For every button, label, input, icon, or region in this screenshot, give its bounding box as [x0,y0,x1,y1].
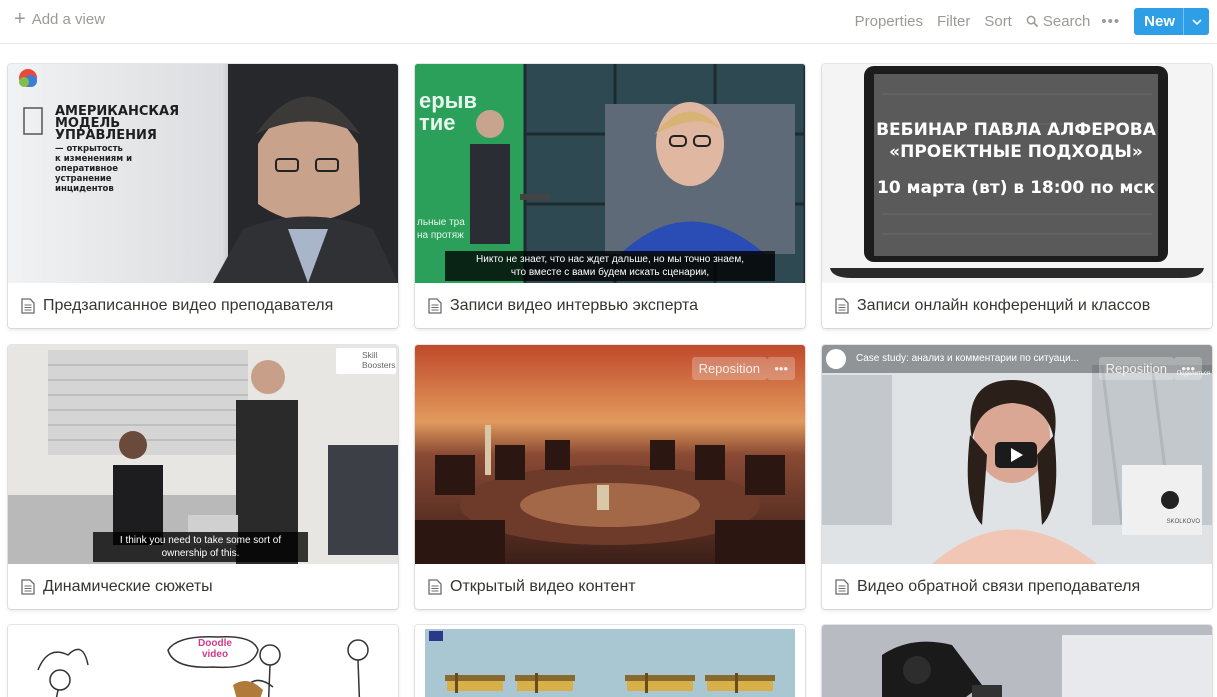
video-subtitle: I think you need to take some sort of ow… [93,532,308,562]
gallery-card[interactable]: ерыв тие льные тра на протяж Никто не зн… [415,64,805,328]
new-button[interactable]: New [1134,8,1183,35]
search-button[interactable]: Search [1021,10,1096,33]
doodle-video-cover [8,625,398,697]
reposition-button[interactable]: Reposition [1098,357,1174,380]
cover-heading: АМЕРИКАНСКАЯ МОДЕЛЬ УПРАВЛЕНИЯ [55,105,179,143]
gallery-card[interactable]: ВЕБИНАР ПАВЛА АЛФЕРОВА «ПРОЕКТНЫЕ ПОДХОД… [822,64,1212,328]
webinar-line: «ПРОЕКТНЫЕ ПОДХОДЫ» [889,142,1143,162]
card-title-text: Видео обратной связи преподавателя [857,577,1141,595]
video-title: Case study: анализ и комментарии по ситу… [856,353,1079,364]
doodle-text: Doodle video [180,638,250,660]
properties-button[interactable]: Properties [850,10,928,33]
gallery-card[interactable] [415,625,805,697]
card-cover-image [822,625,1212,697]
add-view-button[interactable]: + Add a view [14,8,106,30]
card-cover-image: Case study: анализ и комментарии по ситу… [822,345,1212,564]
gallery-card[interactable] [822,625,1212,697]
card-cover-image: Skill Boosters I think you need to take … [8,345,398,564]
more-options-button[interactable]: ••• [1095,10,1126,33]
subtitle-line: что вместе с вами будем искать сценарии, [510,267,710,278]
filter-button[interactable]: Filter [932,10,975,33]
card-title: Динамические сюжеты [8,564,398,609]
badge-line: Skill [362,350,378,360]
page-icon [428,578,442,595]
wall-text-line: тие [419,110,456,135]
new-button-group: New [1134,8,1209,35]
cover-subheading-line: к изменениям и [55,154,133,164]
webinar-heading: ВЕБИНАР ПАВЛА АЛФЕРОВА «ПРОЕКТНЫЕ ПОДХОД… [874,119,1158,199]
cover-subheading-line: устранение [55,174,112,184]
page-icon [21,578,35,595]
skill-boosters-badge: Skill Boosters [336,348,396,374]
cover-subheading-line: — открытость [55,144,123,154]
card-cover-image [415,625,805,697]
wall-text-small: льные тра на протяж [417,216,465,242]
gallery-card[interactable]: Skill Boosters I think you need to take … [8,345,398,609]
camera-cover [822,625,1212,697]
card-title-text: Предзаписанное видео преподавателя [43,296,334,314]
card-title: Предзаписанное видео преподавателя [8,283,398,328]
doodle-line: video [201,649,229,660]
webinar-date: 10 марта (вт) в 18:00 по мск [877,178,1155,198]
card-title: Записи видео интервью эксперта [415,283,805,328]
video-subtitle: Никто не знает, что нас ждет дальше, но … [445,251,775,281]
cover-subheading: — открытость к изменениям и оперативное … [55,144,132,194]
search-label: Search [1042,13,1091,30]
database-toolbar: + Add a view Properties Filter Sort Sear… [0,0,1217,44]
webinar-line: ВЕБИНАР ПАВЛА АЛФЕРОВА [876,120,1156,140]
card-cover-image: ВЕБИНАР ПАВЛА АЛФЕРОВА «ПРОЕКТНЫЕ ПОДХОД… [822,64,1212,283]
gallery-card[interactable]: Reposition ••• Открытый видео контент [415,345,805,609]
badge-line: Boosters [362,360,396,370]
cover-subheading-line: оперативное [55,164,119,174]
animation-cover [415,625,805,697]
chevron-down-icon [1191,18,1202,25]
card-title: Записи онлайн конференций и классов [822,283,1212,328]
wall-text-line: льные тра [417,217,465,228]
card-title: Видео обратной связи преподавателя [822,564,1212,609]
plus-icon: + [14,8,26,30]
card-cover-image: АМЕРИКАНСКАЯ МОДЕЛЬ УПРАВЛЕНИЯ — открыто… [8,64,398,283]
page-icon [835,297,849,314]
gallery-card[interactable]: АМЕРИКАНСКАЯ МОДЕЛЬ УПРАВЛЕНИЯ — открыто… [8,64,398,328]
card-title-text: Записи онлайн конференций и классов [857,296,1151,314]
card-title-text: Динамические сюжеты [43,577,213,595]
card-title-text: Записи видео интервью эксперта [450,296,699,314]
doodle-line: Doodle [198,638,232,649]
share-label[interactable]: Поделиться [1177,371,1210,377]
sort-button[interactable]: Sort [979,10,1017,33]
subtitle-line: Никто не знает, что нас ждет дальше, но … [476,254,744,265]
card-cover-image: ерыв тие льные тра на протяж Никто не зн… [415,64,805,283]
new-dropdown-button[interactable] [1183,8,1209,35]
add-view-label: Add a view [31,10,106,28]
reposition-button[interactable]: Reposition [691,357,767,380]
card-title: Открытый видео контент [415,564,805,609]
wall-text-line: на протяж [417,230,464,241]
card-cover-image: Doodle video [8,625,398,697]
search-icon [1026,15,1039,28]
card-cover-image: Reposition ••• [415,345,805,564]
cover-subheading-line: инцидентов [55,184,114,194]
toolbar-actions: Properties Filter Sort Search ••• New [846,8,1209,35]
cover-more-button[interactable]: ••• [767,357,795,380]
page-icon [21,297,35,314]
wall-text-line: ерыв [419,88,477,113]
brand-logo: SKOLKOVO [1166,519,1200,525]
cover-heading-line: УПРАВЛЕНИЯ [55,128,157,143]
gallery-card[interactable]: Doodle video [8,625,398,697]
wall-text: ерыв тие [419,90,477,134]
page-icon [835,578,849,595]
card-title-text: Открытый видео контент [450,577,636,595]
page-icon [428,297,442,314]
gallery-card[interactable]: Case study: анализ и комментарии по ситу… [822,345,1212,609]
